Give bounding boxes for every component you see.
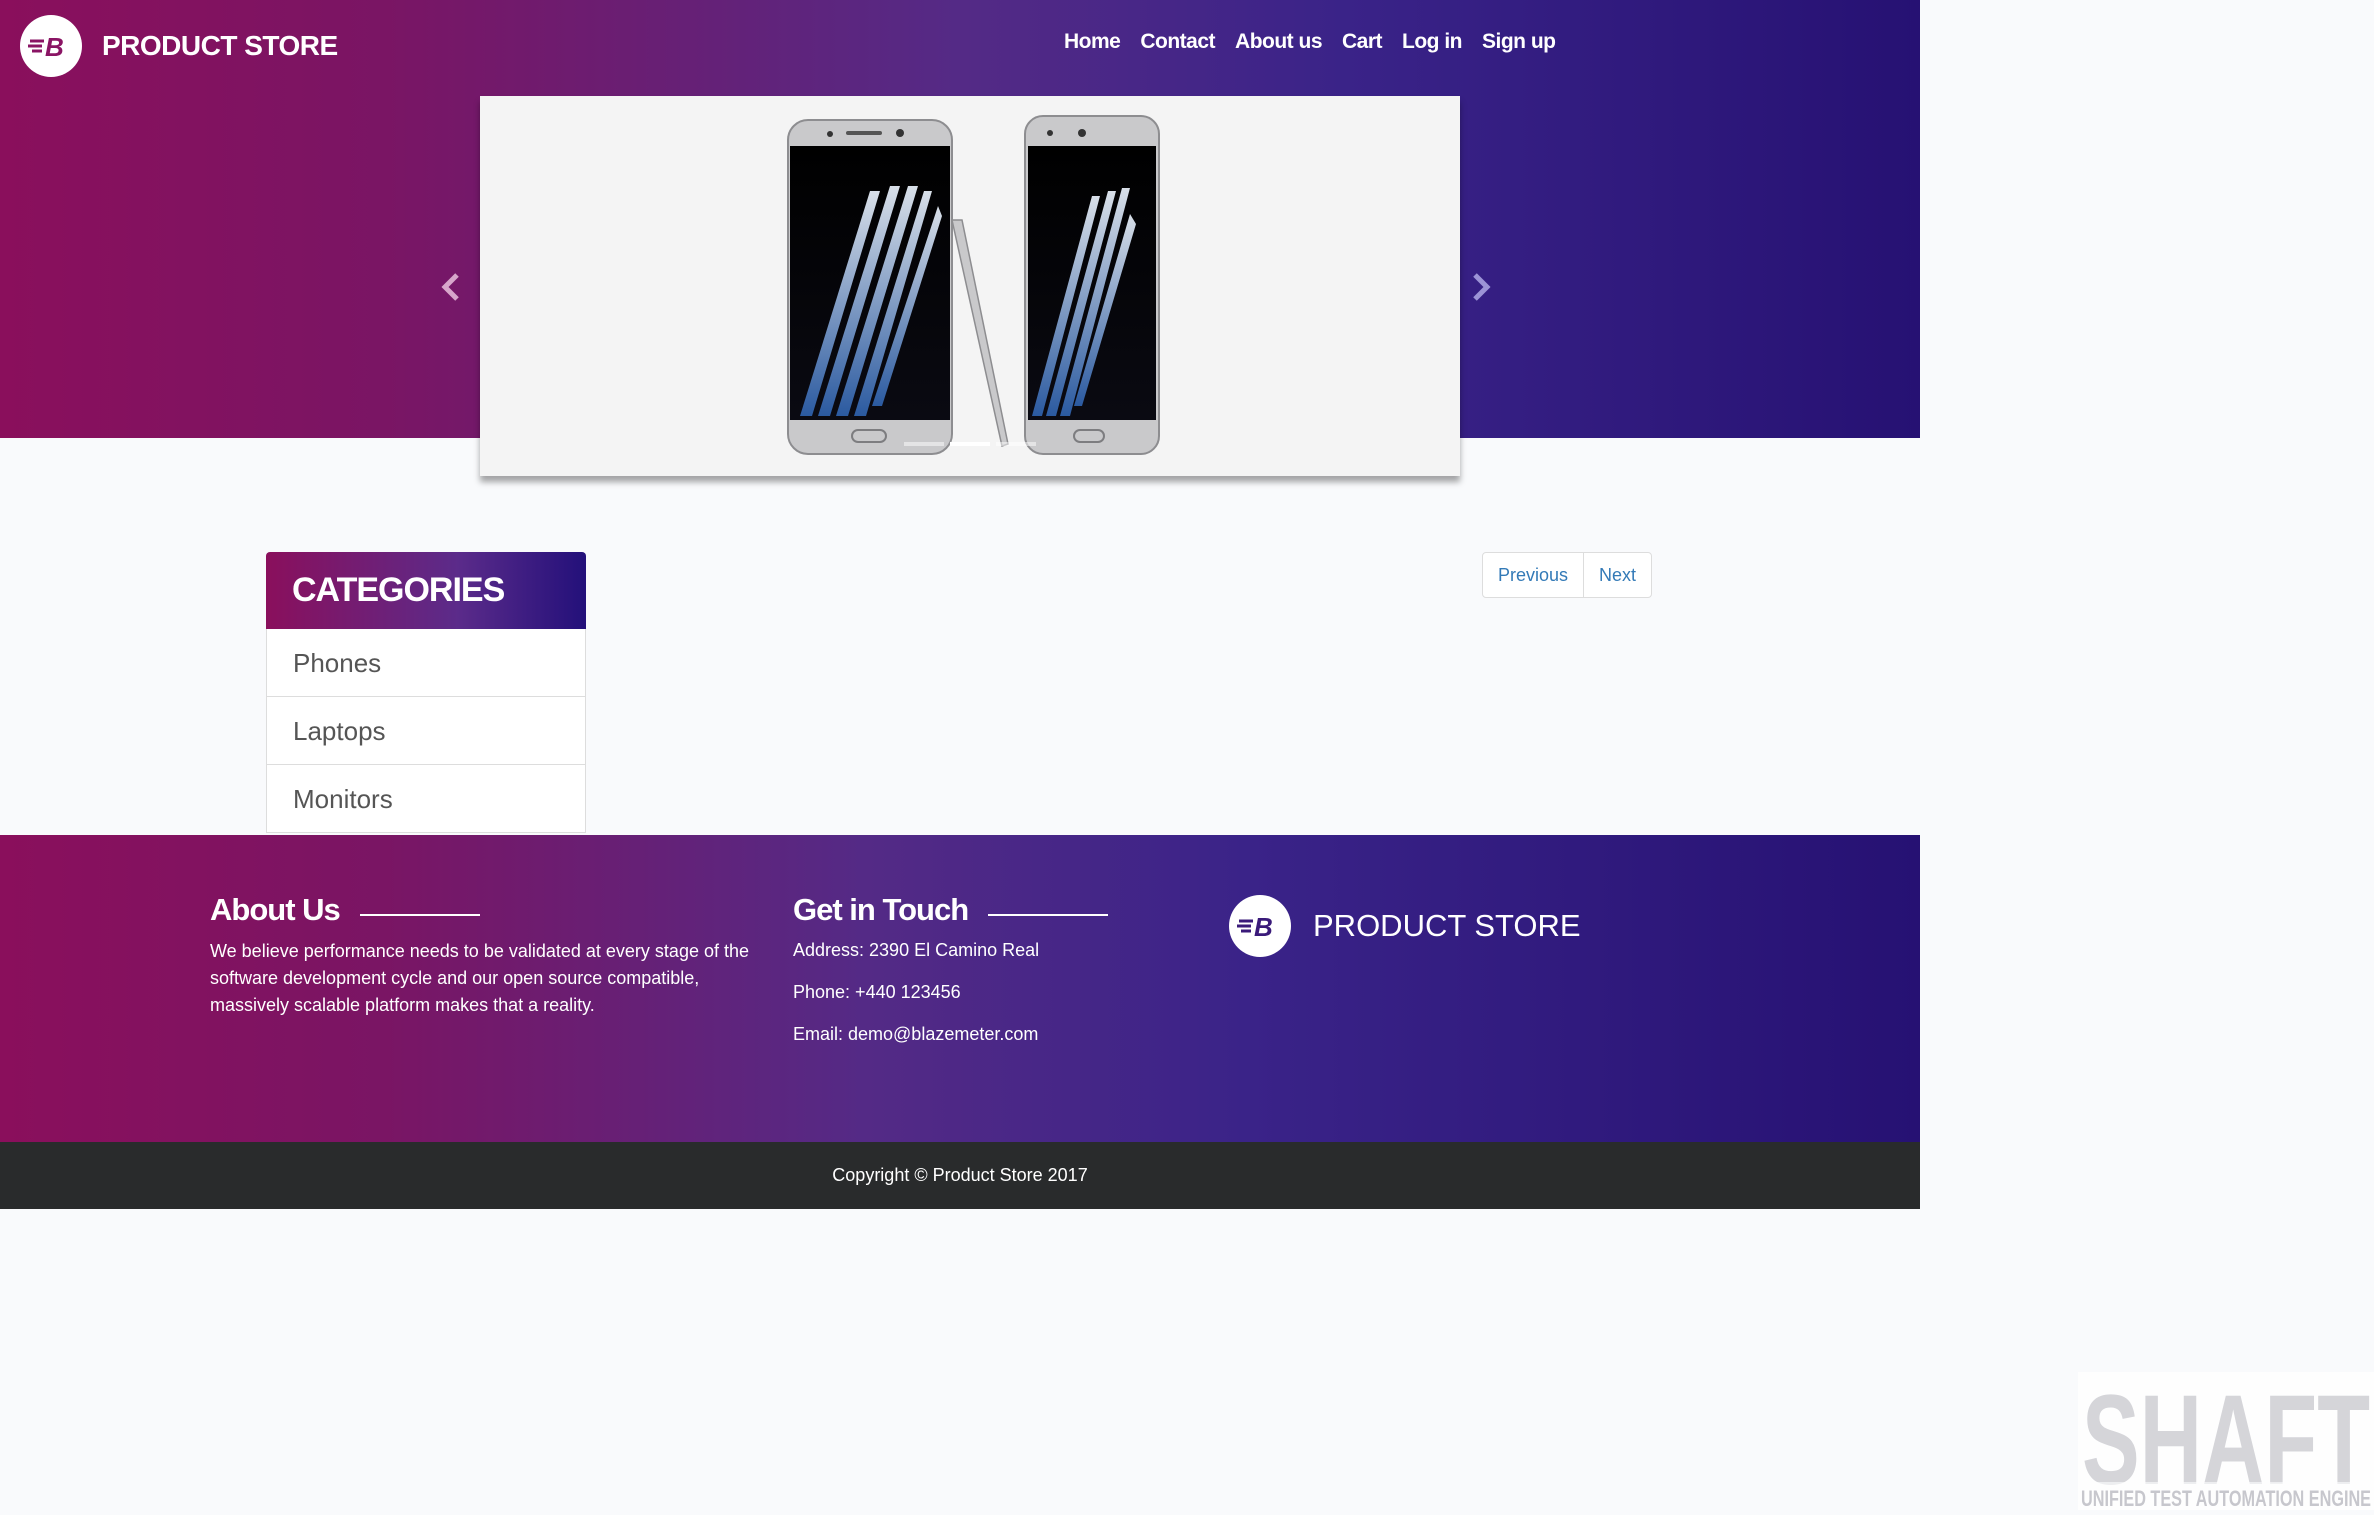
nav-about-us[interactable]: About us <box>1235 30 1322 54</box>
product-carousel[interactable] <box>480 96 1460 476</box>
category-monitors[interactable]: Monitors <box>266 765 586 833</box>
brand-name: PRODUCT STORE <box>102 30 338 61</box>
brand-logo-icon: B <box>20 15 82 77</box>
chevron-left-icon[interactable] <box>436 272 466 302</box>
category-laptops[interactable]: Laptops <box>266 697 586 765</box>
footer-about-text: We believe performance needs to be valid… <box>210 941 749 1015</box>
brand-logo-icon: B <box>1229 895 1291 957</box>
footer-address: Address: 2390 El Camino Real <box>793 940 1040 960</box>
next-button[interactable]: Next <box>1583 553 1651 597</box>
footer-about: About Us We believe performance needs to… <box>210 835 770 1019</box>
category-phones[interactable]: Phones <box>266 629 586 697</box>
brand-link[interactable]: B PRODUCT STORE <box>20 15 338 77</box>
previous-button[interactable]: Previous <box>1483 553 1583 597</box>
carousel-phone-image <box>787 115 1160 455</box>
svg-text:B: B <box>1254 912 1273 941</box>
pagination: Previous Next <box>1482 552 1653 598</box>
nav-home[interactable]: Home <box>1064 30 1121 54</box>
nav-log-in[interactable]: Log in <box>1402 30 1462 54</box>
footer-email: Email: demo@blazemeter.com <box>793 1024 1039 1044</box>
carousel-indicators <box>904 442 1036 446</box>
nav-sign-up[interactable]: Sign up <box>1482 30 1556 54</box>
footer-contact: Get in Touch Address: 2390 El Camino Rea… <box>793 835 1213 1066</box>
main-nav: Home Contact About us Cart Log in Sign u… <box>1064 30 1556 54</box>
svg-text:UNIFIED TEST AUTOMATION ENGINE: UNIFIED TEST AUTOMATION ENGINE <box>2081 1486 2371 1510</box>
copyright-bar: Copyright © Product Store 2017 <box>0 1142 1920 1209</box>
carousel-indicator-3[interactable] <box>996 442 1036 446</box>
footer-brand-name: PRODUCT STORE <box>1313 908 1581 943</box>
svg-text:B: B <box>45 32 64 61</box>
categories-panel: CATEGORIES Phones Laptops Monitors <box>266 552 586 833</box>
footer: About Us We believe performance needs to… <box>0 835 1920 1142</box>
heading-divider <box>988 914 1109 916</box>
footer-about-title: About Us <box>210 892 341 927</box>
chevron-right-icon[interactable] <box>1466 272 1496 302</box>
shaft-watermark-logo: SHAFT UNIFIED TEST AUTOMATION ENGINE <box>2078 1369 2374 1512</box>
carousel-indicator-1[interactable] <box>904 442 944 446</box>
footer-brand: B PRODUCT STORE <box>1229 895 1581 957</box>
categories-title[interactable]: CATEGORIES <box>266 552 586 629</box>
carousel-indicator-2[interactable] <box>950 442 990 446</box>
footer-phone: Phone: +440 123456 <box>793 982 961 1002</box>
nav-cart[interactable]: Cart <box>1342 30 1383 54</box>
footer-contact-title: Get in Touch <box>793 892 969 927</box>
nav-contact[interactable]: Contact <box>1140 30 1215 54</box>
heading-divider <box>359 914 480 916</box>
